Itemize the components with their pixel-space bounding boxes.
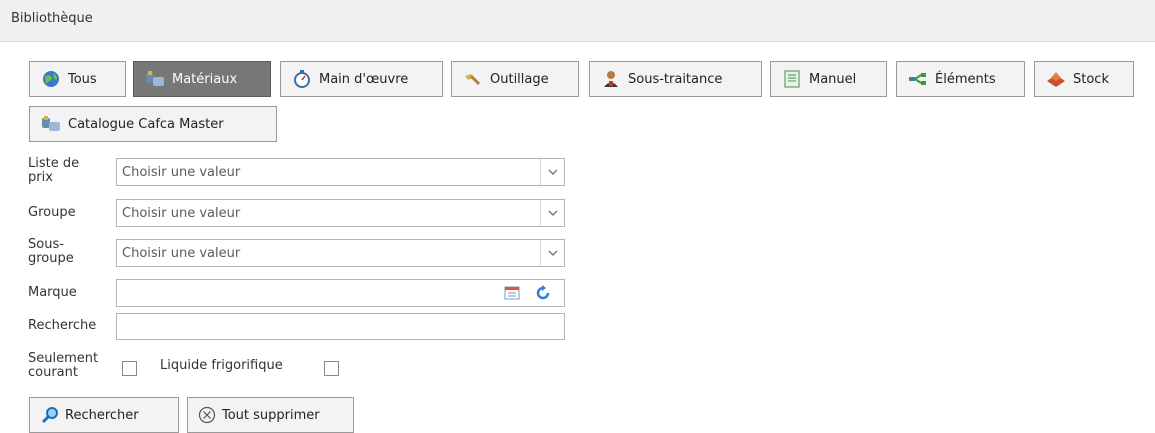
- search-button-label: Rechercher: [65, 407, 139, 423]
- panel-title: Bibliothèque: [11, 11, 93, 26]
- tab-label: Tous: [68, 71, 97, 87]
- refrigerant-label: Liquide frigorifique: [160, 358, 283, 373]
- subgroup-select[interactable]: Choisir une valeur: [116, 239, 565, 267]
- tab-manuel[interactable]: Manuel: [770, 61, 887, 97]
- stock-icon: [1045, 69, 1067, 89]
- magnifier-icon: [40, 405, 60, 425]
- chevron-down-icon[interactable]: [540, 200, 564, 226]
- clear-all-button[interactable]: Tout supprimer: [187, 397, 354, 433]
- tab-sous-traitance[interactable]: Sous-traitance: [589, 61, 762, 97]
- price-list-select[interactable]: Choisir une valeur: [116, 158, 565, 186]
- calendar-icon[interactable]: [504, 286, 520, 304]
- tab-label: Catalogue Cafca Master: [68, 116, 224, 132]
- refrigerant-checkbox[interactable]: [324, 361, 339, 376]
- tools-icon: [462, 69, 484, 89]
- group-label: Groupe: [28, 205, 76, 220]
- materials-icon: [40, 114, 62, 134]
- elements-icon: [907, 69, 929, 89]
- tab-main-doeuvre[interactable]: Main d'œuvre: [280, 61, 443, 97]
- tab-label: Matériaux: [172, 71, 238, 87]
- group-value: Choisir une valeur: [122, 206, 241, 221]
- subgroup-value: Choisir une valeur: [122, 246, 241, 261]
- close-circle-icon: [198, 406, 216, 424]
- search-field[interactable]: [116, 313, 565, 340]
- clear-all-button-label: Tout supprimer: [222, 407, 320, 423]
- materials-icon: [144, 69, 166, 89]
- tab-label: Stock: [1073, 71, 1109, 87]
- panel-header: Bibliothèque: [0, 0, 1155, 42]
- price-list-label: Liste de prix: [28, 156, 80, 185]
- tab-label: Sous-traitance: [628, 71, 723, 87]
- chevron-down-icon[interactable]: [540, 240, 564, 266]
- tab-label: Main d'œuvre: [319, 71, 409, 87]
- current-only-checkbox[interactable]: [122, 361, 137, 376]
- search-label: Recherche: [28, 318, 97, 333]
- search-button[interactable]: Rechercher: [29, 397, 179, 433]
- tab-stock[interactable]: Stock: [1034, 61, 1134, 97]
- tab-label: Éléments: [935, 71, 996, 87]
- tab-tous[interactable]: Tous: [29, 61, 126, 97]
- tab-label: Outillage: [490, 71, 549, 87]
- current-only-label: Seulement courant: [28, 351, 99, 380]
- tab-outillage[interactable]: Outillage: [451, 61, 579, 97]
- tab-materiaux[interactable]: Matériaux: [133, 61, 271, 97]
- tab-catalogue-cafca-master[interactable]: Catalogue Cafca Master: [29, 106, 277, 142]
- stopwatch-icon: [291, 69, 313, 89]
- chevron-down-icon[interactable]: [540, 159, 564, 185]
- price-list-value: Choisir une valeur: [122, 165, 241, 180]
- tab-elements[interactable]: Éléments: [896, 61, 1025, 97]
- brand-field[interactable]: [116, 279, 565, 307]
- tab-label: Manuel: [809, 71, 857, 87]
- brand-label: Marque: [28, 285, 77, 300]
- globe-icon: [40, 69, 62, 89]
- manual-icon: [781, 69, 803, 89]
- group-select[interactable]: Choisir une valeur: [116, 199, 565, 227]
- refresh-icon[interactable]: [534, 284, 552, 306]
- person-icon: [600, 69, 622, 89]
- subgroup-label: Sous-groupe: [28, 237, 74, 266]
